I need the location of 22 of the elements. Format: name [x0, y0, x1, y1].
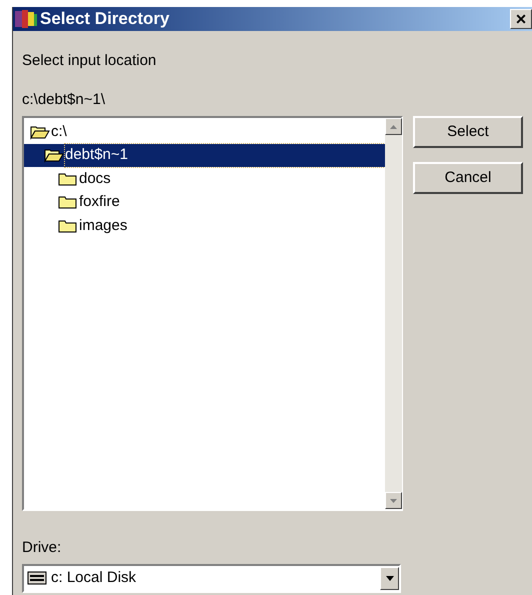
scroll-up-button[interactable]: [385, 118, 402, 135]
scrollbar[interactable]: [385, 118, 402, 509]
tree-item[interactable]: foxfire: [79, 191, 122, 214]
dialog-button[interactable]: Cancel: [413, 162, 523, 194]
dropdown-button[interactable]: [380, 566, 399, 590]
dialog-button[interactable]: Select: [413, 116, 523, 148]
tree-item[interactable]: c:\: [51, 120, 69, 143]
app-icon: [14, 8, 38, 30]
up-arrow-icon: [390, 124, 397, 128]
prompt-text: Select input location: [22, 51, 158, 71]
scroll-down-button[interactable]: [385, 492, 402, 509]
disk-drive-icon: [27, 571, 47, 585]
window-title: Select Directory: [40, 8, 170, 30]
tree-item[interactable]: docs: [79, 168, 113, 190]
drive-dropdown[interactable]: c: Local Disk: [22, 564, 401, 592]
drive-value: c: Local Disk: [51, 568, 138, 588]
drive-label: Drive:: [22, 538, 62, 558]
tree-item[interactable]: images: [79, 214, 130, 237]
down-arrow-icon: [386, 576, 394, 580]
down-arrow-icon: [390, 498, 397, 502]
current-path: c:\debt$n~1\: [22, 90, 106, 110]
close-button[interactable]: ×: [510, 9, 532, 29]
